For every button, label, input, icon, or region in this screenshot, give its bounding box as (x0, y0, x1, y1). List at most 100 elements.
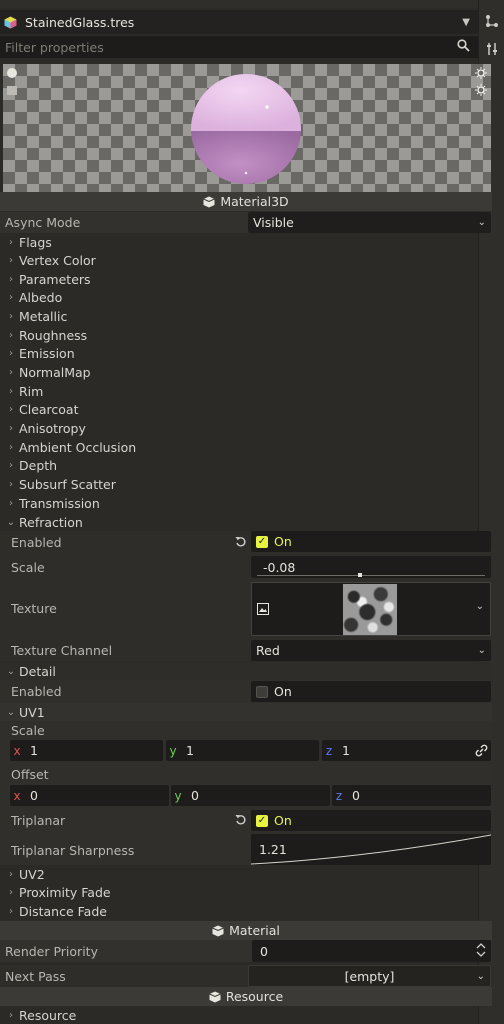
cube-icon (209, 991, 221, 1003)
triplanar-sharpness-value: 1.21 (259, 842, 287, 857)
section-transmission[interactable]: › Transmission (0, 494, 492, 512)
refraction-scale-label: Scale (11, 560, 45, 575)
chevron-right-icon: › (9, 273, 13, 285)
texture-channel-dropdown[interactable]: Red ⌄ (251, 640, 491, 661)
spinner-arrows-icon[interactable] (476, 943, 486, 957)
preview-sphere (191, 74, 301, 184)
detail-enabled-checkbox[interactable]: On (251, 681, 491, 702)
async-mode-dropdown[interactable]: Visible ⌄ (248, 212, 491, 233)
top-toolbar (0, 0, 478, 8)
node-tree-icon[interactable] (485, 14, 499, 28)
section-clearcoat[interactable]: › Clearcoat (0, 401, 492, 419)
chevron-right-icon: › (9, 348, 13, 360)
revert-icon[interactable] (235, 536, 247, 548)
section-label: Rim (19, 383, 44, 399)
triplanar-sharpness-curve[interactable]: 1.21 (251, 834, 491, 865)
chevron-down-icon: ⌄ (6, 516, 16, 528)
triplanar-value: On (274, 813, 292, 828)
cube-icon (212, 925, 224, 937)
chevron-right-icon: › (9, 385, 13, 397)
section-ambient-occlusion[interactable]: › Ambient Occlusion (0, 438, 492, 456)
link-icon[interactable] (475, 744, 488, 757)
section-resource[interactable]: › Resource (0, 1006, 492, 1024)
uv1-scale-z-field[interactable]: z 1 (322, 740, 491, 761)
search-icon (457, 39, 470, 52)
next-pass-label: Next Pass (5, 968, 66, 984)
box-preview-icon[interactable] (6, 84, 18, 96)
uv1-offset-z-value: 0 (352, 788, 360, 803)
section-uv2[interactable]: › UV2 (0, 865, 492, 883)
light-1-icon[interactable] (475, 67, 487, 79)
tools-icon[interactable] (485, 42, 499, 56)
uv1-offset-label: Offset (11, 767, 49, 782)
chevron-down-icon: ⌄ (477, 645, 486, 656)
filter-placeholder: Filter properties (5, 39, 104, 55)
resource-selector[interactable]: StainedGlass.tres ▼ (0, 10, 478, 34)
resource-category: Resource (0, 987, 492, 1006)
section-flags[interactable]: › Flags (0, 233, 492, 251)
section-label: Anisotropy (19, 421, 86, 436)
section-depth[interactable]: › Depth (0, 457, 492, 475)
sphere-preview-icon[interactable] (6, 67, 18, 79)
uv1-offset-x-field[interactable]: x 0 (10, 785, 169, 806)
chevron-right-icon: › (9, 1009, 13, 1021)
section-distance-fade[interactable]: › Distance Fade (0, 902, 492, 920)
refraction-texture-picker[interactable]: ⌄ (251, 582, 491, 636)
uv1-offset-y-value: 0 (191, 788, 199, 803)
uv1-offset-z-field[interactable]: z 0 (332, 785, 491, 806)
render-priority-spinbox[interactable]: 0 (252, 940, 491, 962)
material3d-category: Material3D (0, 192, 492, 211)
render-priority-label: Render Priority (5, 943, 98, 959)
chevron-down-icon: ⌄ (475, 601, 484, 612)
chevron-right-icon: › (9, 905, 13, 917)
section-subsurf-scatter[interactable]: › Subsurf Scatter (0, 475, 492, 493)
axis-x-label: x (13, 743, 21, 758)
refraction-enabled-value: On (274, 534, 292, 549)
uv1-scale-z-value: 1 (342, 743, 350, 758)
refraction-enabled-checkbox[interactable]: ✓ On (251, 531, 491, 552)
chevron-right-icon: › (9, 255, 13, 267)
section-parameters[interactable]: › Parameters (0, 270, 492, 288)
section-uv1[interactable]: ⌄ UV1 (0, 703, 492, 721)
section-label: Transmission (19, 495, 100, 511)
chevron-down-icon: ⌄ (476, 970, 485, 982)
light-2-icon[interactable] (475, 84, 487, 96)
section-resource-label: Resource (19, 1007, 77, 1023)
section-label: Roughness (19, 327, 88, 343)
section-label: Flags (19, 234, 52, 250)
uv1-scale-x-field[interactable]: x 1 (10, 740, 163, 761)
refraction-scale-slider[interactable]: -0.08 (251, 556, 491, 578)
section-proximity-fade[interactable]: › Proximity Fade (0, 884, 492, 902)
triplanar-checkbox[interactable]: ✓ On (251, 810, 491, 831)
uv1-offset-x-value: 0 (30, 788, 38, 803)
axis-z-label: z (325, 743, 333, 758)
chevron-right-icon: › (9, 404, 13, 416)
resource-label: Resource (225, 989, 284, 1004)
section-anisotropy[interactable]: › Anisotropy (0, 420, 492, 438)
section-emission[interactable]: › Emission (0, 345, 492, 363)
chevron-right-icon: › (9, 329, 13, 341)
section-label: Clearcoat (19, 402, 79, 418)
uv1-scale-y-value: 1 (186, 743, 194, 758)
uv1-scale-x-value: 1 (30, 743, 38, 758)
axis-x-label: x (13, 788, 21, 803)
section-metallic[interactable]: › Metallic (0, 308, 492, 326)
next-pass-picker[interactable]: [empty] ⌄ (248, 965, 491, 987)
section-roughness[interactable]: › Roughness (0, 326, 492, 344)
section-normalmap[interactable]: › NormalMap (0, 364, 492, 382)
uv1-scale-y-field[interactable]: y 1 (166, 740, 319, 761)
checkmark-icon: ✓ (256, 814, 268, 827)
chevron-down-icon: ⌄ (477, 217, 486, 228)
section-detail[interactable]: ⌄ Detail (0, 662, 492, 680)
uv1-offset-y-field[interactable]: y 0 (171, 785, 330, 806)
material-preview (3, 64, 491, 192)
filter-properties-input[interactable]: Filter properties (0, 36, 478, 58)
revert-icon[interactable] (235, 814, 247, 826)
section-vertex-color[interactable]: › Vertex Color (0, 252, 492, 270)
slider-grabber[interactable] (358, 573, 362, 577)
section-albedo[interactable]: › Albedo (0, 289, 492, 307)
section-refraction[interactable]: ⌄ Refraction (0, 513, 492, 531)
section-rim[interactable]: › Rim (0, 382, 492, 400)
section-label: Parameters (19, 271, 91, 287)
chevron-down-icon[interactable]: ▼ (462, 17, 470, 28)
